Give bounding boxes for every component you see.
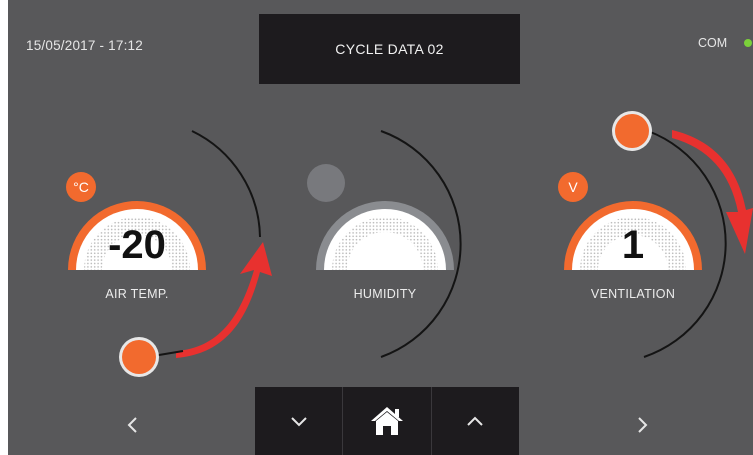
chevron-left-icon — [127, 417, 137, 433]
ventilation-value: 1 — [621, 223, 645, 267]
bottom-nav-bar — [255, 387, 519, 455]
air-temp-slider-knob[interactable] — [119, 337, 159, 377]
scroll-up-button[interactable] — [432, 387, 519, 455]
ventilation-unit: V — [568, 179, 578, 195]
humidity-slider-knob — [307, 164, 345, 202]
scroll-down-button[interactable] — [255, 387, 342, 455]
chevron-down-icon — [290, 417, 307, 427]
home-icon — [370, 407, 403, 435]
home-button[interactable] — [342, 387, 432, 455]
air-temp-unit: °C — [73, 179, 89, 195]
humidity-label: HUMIDITY — [353, 287, 417, 301]
ventilation-slider-knob[interactable] — [612, 111, 652, 151]
chevron-up-icon — [467, 416, 484, 426]
air-temp-label: AIR TEMP. — [105, 287, 169, 301]
prev-page-button[interactable] — [113, 405, 153, 445]
ventilation-unit-badge: V — [558, 172, 588, 202]
air-temp-value: -20 — [108, 223, 166, 267]
chevron-right-icon — [638, 417, 648, 433]
next-page-button[interactable] — [622, 405, 662, 445]
humidity-gauge[interactable] — [307, 130, 462, 358]
screen: 15/05/2017 - 17:12 CYCLE DATA 02 COM °C … — [8, 0, 753, 455]
air-temp-outer-arc — [191, 130, 261, 238]
air-temp-unit-badge: °C — [66, 172, 96, 202]
ventilation-label: VENTILATION — [590, 287, 676, 301]
